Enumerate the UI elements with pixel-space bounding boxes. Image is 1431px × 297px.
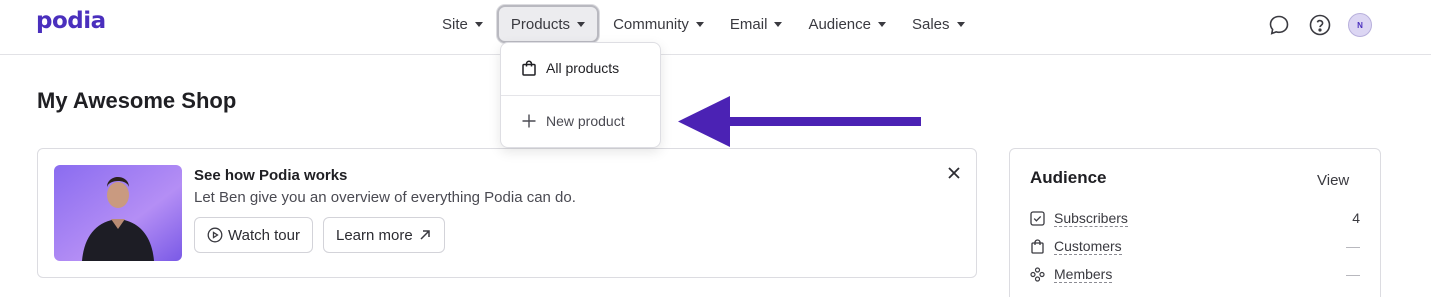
play-circle-icon [207,227,223,243]
caret-down-icon [878,21,886,27]
promo-title: See how Podia works [194,167,348,184]
close-icon [948,167,960,179]
nav-sales-label: Sales [912,15,950,33]
nav-products-label: Products [510,15,571,33]
nav-sales[interactable]: Sales [900,5,977,43]
nav-audience-label: Audience [808,15,871,33]
nav-community[interactable]: Community [601,5,716,43]
caret-down-icon [774,21,783,27]
top-nav-bar: podia Site Products Community Email Audi… [0,0,1431,55]
main-nav: Site Products Community Email Audience S… [430,4,979,44]
watch-tour-button[interactable]: Watch tour [194,217,313,253]
subscribers-link[interactable]: Subscribers [1054,210,1128,227]
audience-view-link[interactable]: View [1317,172,1349,189]
header-actions: N [1266,12,1372,38]
audience-row-customers: Customers — [1030,235,1360,257]
nav-email[interactable]: Email [718,5,795,43]
caret-down-icon [695,21,704,27]
user-avatar[interactable]: N [1348,13,1372,37]
caret-down-icon [956,21,965,27]
page-title: My Awesome Shop [37,88,237,113]
nav-site[interactable]: Site [430,5,495,43]
help-icon[interactable] [1307,12,1333,38]
audience-row-members: Members — [1030,263,1360,285]
menu-item-new-product[interactable]: New product [521,113,625,129]
members-link[interactable]: Members [1054,266,1113,283]
caret-down-icon [577,21,586,27]
promo-description: Let Ben give you an overview of everythi… [194,189,576,206]
customers-link[interactable]: Customers [1054,238,1122,255]
members-count: — [1346,266,1360,282]
all-products-label: All products [546,60,620,76]
podia-logo[interactable]: podia [36,8,106,34]
shopping-bag-icon [1031,238,1044,254]
arrow-up-right-icon [420,230,430,240]
promo-card: See how Podia works Let Ben give you an … [37,148,977,278]
nav-products[interactable]: Products [496,5,600,43]
nav-community-label: Community [613,15,689,33]
pointer-arrow-icon [678,96,921,147]
nav-audience[interactable]: Audience [796,5,898,43]
video-thumbnail[interactable] [54,165,182,261]
nav-site-label: Site [442,15,468,33]
watch-tour-label: Watch tour [228,226,300,244]
nav-email-label: Email [729,15,768,33]
caret-down-icon [474,21,483,27]
chat-icon[interactable] [1266,12,1292,38]
shopping-bag-icon [522,60,536,76]
members-icon [1030,266,1045,282]
audience-card: Audience View Subscribers 4 Customers — … [1009,148,1381,297]
menu-item-all-products[interactable]: All products [521,60,619,76]
learn-more-label: Learn more [336,226,413,244]
subscribers-count: 4 [1352,210,1360,226]
learn-more-button[interactable]: Learn more [323,217,445,253]
plus-icon [522,114,536,128]
products-dropdown: All products New product [500,42,661,148]
checkbox-icon [1030,210,1045,226]
menu-divider [501,95,660,96]
close-promo-button[interactable] [944,163,964,183]
audience-row-subscribers: Subscribers 4 [1030,207,1360,229]
new-product-label: New product [546,113,625,129]
customers-count: — [1346,238,1360,254]
audience-title: Audience [1030,168,1107,187]
